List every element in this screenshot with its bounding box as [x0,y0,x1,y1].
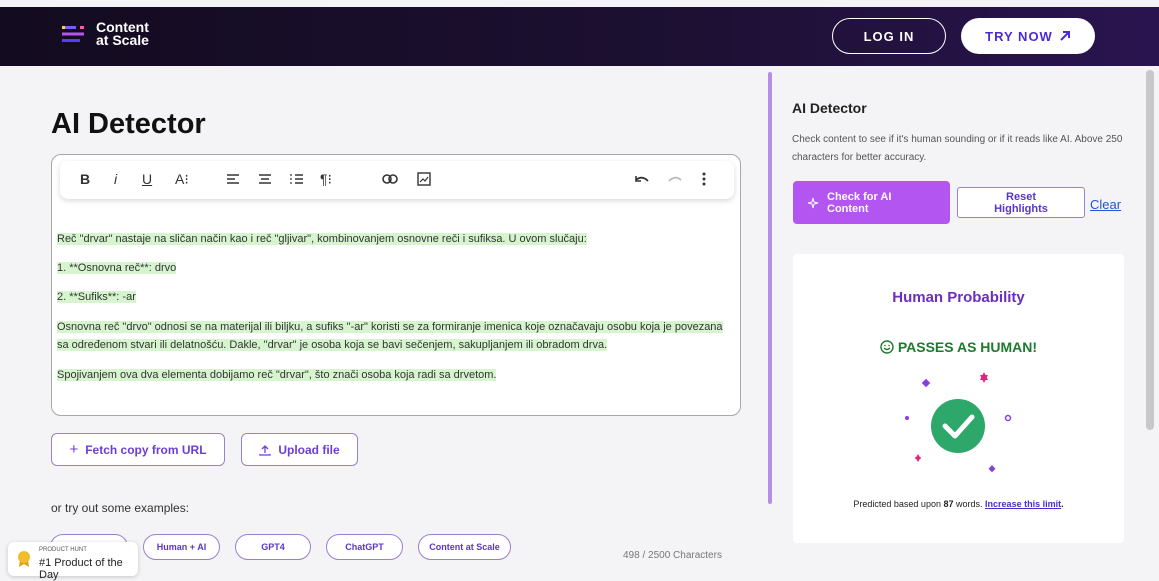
paragraph-4: Osnovna reč "drvo" odnosi se na materija… [57,321,723,351]
plus-icon: + [69,441,79,458]
sidebar-description: Check content to see if it's human sound… [792,134,1123,163]
top-navbar: Content at Scale LOG IN TRY NOW [0,7,1159,66]
paragraph-1: Reč "drvar" nastaje na sličan način kao … [57,233,587,245]
predicted-prefix: Predicted based upon [853,499,941,509]
upload-file-label: Upload file [278,442,340,457]
paragraph-button[interactable]: ¶⁝ [320,171,332,188]
redo-icon[interactable] [668,175,682,185]
align-left-icon[interactable] [226,173,240,185]
logo-icon [62,26,84,42]
editor-content[interactable]: Reč "drvar" nastaje na sličan način kao … [57,231,737,396]
login-button[interactable]: LOG IN [832,18,946,54]
check-ai-content-button[interactable]: Check for AI Content [793,181,950,224]
example-chip-human-ai[interactable]: Human + AI [143,534,220,560]
period: . [1061,499,1064,509]
reset-highlights-label: Reset Highlights [994,190,1048,215]
logo-text: Content at Scale [96,20,149,48]
more-vertical-icon[interactable] [702,172,706,186]
product-hunt-small-label: PRODUCT HUNT [39,547,87,553]
text-size-button[interactable]: A⁝ [175,171,189,188]
check-ai-content-label: Check for AI Content [827,190,892,215]
paragraph-2: 1. **Osnovna reč**: drvo [57,262,177,274]
image-icon[interactable] [417,172,431,186]
increase-limit-link[interactable]: Increase this limit [985,499,1061,509]
reset-highlights-button[interactable]: Reset Highlights [957,187,1085,218]
example-chip-gpt4[interactable]: GPT4 [235,534,311,560]
arrow-up-right-icon [1060,31,1070,41]
try-now-button[interactable]: TRY NOW [961,18,1095,54]
verdict-label: PASSES AS HUMAN! [897,339,1038,355]
upload-icon [259,444,271,456]
word-count: 87 [943,499,954,509]
example-chip-content-at-scale[interactable]: Content at Scale [418,534,511,560]
predicted-mid: words. [956,499,983,509]
character-count: 498 / 2500 Characters [623,550,722,561]
medal-icon [18,551,30,567]
underline-button[interactable]: U [142,171,152,187]
example-chip-chatgpt[interactable]: ChatGPT [326,534,403,560]
sidebar-title: AI Detector [792,100,867,116]
paragraph-5: Spojivanjem ova dva elementa dobijamo re… [57,369,497,381]
result-card: Human Probability PASSES AS HUMAN! Predi… [793,254,1124,543]
predicted-note: Predicted based upon 87 words. Increase … [793,499,1124,509]
fetch-url-button[interactable]: + Fetch copy from URL [51,433,225,466]
scrollbar[interactable] [1146,70,1154,430]
clear-link[interactable]: Clear [1090,197,1121,212]
align-center-icon[interactable] [258,173,272,185]
sparkle-icon [807,197,819,208]
examples-label: or try out some examples: [51,501,190,515]
upload-file-button[interactable]: Upload file [241,433,358,466]
fetch-url-label: Fetch copy from URL [85,442,207,457]
human-probability-heading: Human Probability [892,289,1025,306]
logo-line2: at Scale [96,32,149,48]
bold-button[interactable]: B [80,171,90,187]
numbered-list-icon[interactable] [290,173,304,185]
page-title: AI Detector [51,108,206,140]
product-hunt-badge[interactable]: PRODUCT HUNT #1 Product of the Day [8,542,138,581]
paragraph-3: 2. **Sufiks**: -ar [57,291,136,303]
smiley-icon [880,340,894,354]
undo-icon[interactable] [635,175,649,185]
italic-button[interactable]: i [114,171,117,187]
link-icon[interactable] [382,174,398,184]
verdict: PASSES AS HUMAN! [793,339,1124,355]
editor-toolbar: B i U A⁝ ¶⁝ [60,161,734,199]
text-editor[interactable]: B i U A⁝ ¶⁝ Reč "drvar" nastaje na sliča… [51,154,741,416]
check-circle-illustration [905,372,1012,473]
try-now-label: TRY NOW [985,28,1053,44]
logo[interactable]: Content at Scale [62,20,149,48]
product-of-day-label: #1 Product of the Day [39,557,123,581]
